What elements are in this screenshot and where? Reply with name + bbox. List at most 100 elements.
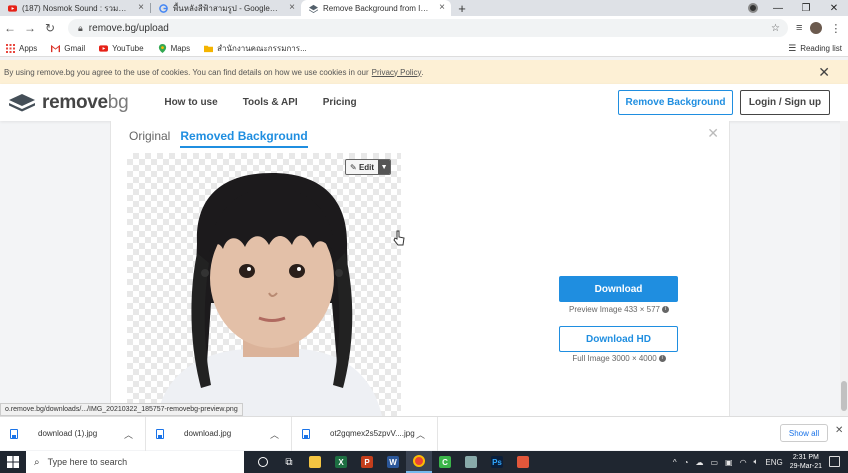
- photoshop-icon[interactable]: Ps: [484, 451, 510, 473]
- remove-background-button[interactable]: Remove Background: [618, 90, 733, 115]
- forward-arrow-icon[interactable]: →: [20, 21, 40, 35]
- chevron-up-icon[interactable]: ︿: [270, 428, 279, 441]
- image-file-icon: [10, 428, 18, 439]
- avatar[interactable]: [810, 22, 823, 34]
- tab-label: (187) Nosmok Sound : รวมเพลง C: [22, 3, 128, 13]
- tab-original[interactable]: Original: [129, 129, 170, 148]
- browser-tab-strip: (187) Nosmok Sound : รวมเพลง C × พื้นหลั…: [0, 0, 848, 16]
- browser-tab-removebg[interactable]: Remove Background from Image ×: [301, 0, 451, 16]
- cookie-suffix: .: [421, 67, 424, 77]
- bookmark-youtube[interactable]: YouTube: [99, 44, 144, 53]
- back-arrow-icon[interactable]: ←: [0, 21, 20, 35]
- windows-logo-icon: [7, 456, 19, 468]
- bookmark-thai-office[interactable]: สำนักงานคณะกรรมการ...: [204, 42, 307, 55]
- info-icon[interactable]: i: [658, 355, 666, 363]
- caret-down-icon[interactable]: ▼: [378, 160, 391, 174]
- page-scrollbar[interactable]: [840, 121, 848, 416]
- language-indicator[interactable]: ENG: [765, 458, 782, 467]
- download-item[interactable]: download.jpg ︿: [146, 416, 292, 451]
- recorder-app-icon[interactable]: [510, 451, 536, 473]
- download-item[interactable]: download (1).jpg ︿: [0, 416, 146, 451]
- url-text: remove.bg/upload: [88, 22, 169, 34]
- bookmark-star-icon[interactable]: ☆: [771, 23, 780, 34]
- scrollbar-thumb[interactable]: [841, 381, 847, 411]
- show-all-button[interactable]: Show all: [780, 424, 828, 442]
- removebg-logo[interactable]: removebg: [8, 91, 129, 114]
- youtube-icon: [8, 5, 17, 12]
- nav-pricing[interactable]: Pricing: [323, 97, 357, 108]
- display-icon[interactable]: ▣: [725, 458, 733, 467]
- system-tray: ^ ◔ ☁ ▭ ▣ ◠ 🔈︎ ENG 2:31 PM 29-Mar-21: [673, 451, 822, 473]
- edit-button[interactable]: ✎ Edit ▼: [345, 159, 392, 175]
- excel-icon[interactable]: X: [328, 451, 354, 473]
- bookmarks-bar: Apps Gmail YouTube Maps สำนักงานคณะกรรมก…: [0, 40, 848, 57]
- word-icon[interactable]: W: [380, 451, 406, 473]
- nav-tools-api[interactable]: Tools & API: [243, 97, 298, 108]
- download-item[interactable]: ot2gqmex2s5zpvV....jpg ︿: [292, 416, 438, 451]
- camtasia-icon[interactable]: C: [432, 451, 458, 473]
- chevron-up-icon[interactable]: ︿: [416, 428, 425, 441]
- bookmark-gmail[interactable]: Gmail: [51, 44, 85, 53]
- close-icon[interactable]: ×: [439, 2, 445, 13]
- network-icon[interactable]: ◔: [684, 458, 689, 467]
- download-filename: ot2gqmex2s5zpvV....jpg: [330, 429, 415, 438]
- bookmark-apps[interactable]: Apps: [6, 43, 37, 53]
- logo-accent: bg: [107, 91, 129, 113]
- bookmark-label: Maps: [170, 43, 191, 53]
- download-button[interactable]: Download: [559, 276, 678, 302]
- image-file-icon: [156, 428, 164, 439]
- close-icon[interactable]: ×: [138, 2, 144, 13]
- windows-start-button[interactable]: [0, 456, 26, 468]
- address-bar[interactable]: 🔒︎ remove.bg/upload ☆: [68, 19, 788, 37]
- file-explorer-icon[interactable]: [302, 451, 328, 473]
- close-window-icon[interactable]: ✕: [820, 3, 848, 14]
- new-tab-button[interactable]: +: [451, 0, 473, 16]
- minimize-icon[interactable]: —: [764, 3, 792, 14]
- taskbar-search-box[interactable]: ⌕ Type here to search: [26, 451, 244, 473]
- reading-list-label: Reading list: [800, 43, 842, 53]
- notification-center-icon[interactable]: [829, 456, 840, 467]
- search-placeholder: Type here to search: [47, 457, 128, 467]
- wifi-icon[interactable]: ◠: [740, 458, 747, 467]
- privacy-policy-link[interactable]: Privacy Policy: [372, 68, 422, 77]
- download-hd-button[interactable]: Download HD: [559, 326, 678, 352]
- cortana-icon[interactable]: [250, 451, 276, 473]
- cloud-icon[interactable]: ☁: [695, 458, 703, 467]
- chevron-up-icon[interactable]: ︿: [124, 428, 133, 441]
- login-signup-button[interactable]: Login / Sign up: [740, 90, 830, 115]
- battery-icon[interactable]: ▭: [710, 458, 718, 467]
- clock-date: 29-Mar-21: [789, 463, 822, 470]
- menu-kebab-icon[interactable]: ⋮: [830, 22, 841, 35]
- downloads-shelf: download (1).jpg ︿ download.jpg ︿ ot2gqm…: [0, 416, 848, 451]
- tab-label: พื้นหลังสีฟ้าสามรูป - Google Search: [173, 3, 279, 13]
- apps-grid-icon: [6, 43, 15, 53]
- browser-tab-google[interactable]: พื้นหลังสีฟ้าสามรูป - Google Search ×: [151, 0, 301, 16]
- google-icon: [159, 4, 168, 13]
- taskbar-clock[interactable]: 2:31 PM 29-Mar-21: [790, 453, 822, 471]
- chevron-up-icon[interactable]: ^: [673, 458, 677, 467]
- photos-app-icon[interactable]: [458, 451, 484, 473]
- nav-how-to-use[interactable]: How to use: [164, 97, 217, 108]
- volume-icon[interactable]: 🔈︎: [754, 457, 759, 467]
- result-preview-image: ✎ Edit ▼: [127, 153, 401, 416]
- media-controls-icon[interactable]: ≡: [796, 22, 802, 34]
- browser-tab-youtube[interactable]: (187) Nosmok Sound : รวมเพลง C ×: [0, 0, 150, 16]
- powerpoint-icon[interactable]: P: [354, 451, 380, 473]
- bookmark-maps[interactable]: Maps: [158, 43, 191, 53]
- close-icon[interactable]: ×: [289, 2, 295, 13]
- task-view-icon[interactable]: ⧉: [276, 451, 302, 473]
- search-icon: ⌕: [34, 456, 40, 468]
- info-icon[interactable]: i: [661, 306, 669, 314]
- close-icon[interactable]: ✕: [835, 425, 843, 436]
- profile-indicator-icon[interactable]: [748, 3, 758, 13]
- close-icon[interactable]: ✕: [818, 64, 830, 81]
- close-icon[interactable]: ✕: [707, 125, 719, 142]
- reload-icon[interactable]: ↻: [40, 21, 60, 35]
- gmail-icon: [51, 44, 61, 52]
- tab-removed-background[interactable]: Removed Background: [180, 129, 308, 148]
- edit-label: Edit: [358, 162, 375, 172]
- reading-list-button[interactable]: ☰ Reading list: [788, 43, 842, 54]
- lock-icon[interactable]: 🔒︎: [78, 23, 83, 34]
- maximize-icon[interactable]: ❐: [792, 3, 820, 14]
- chrome-icon[interactable]: [406, 451, 432, 473]
